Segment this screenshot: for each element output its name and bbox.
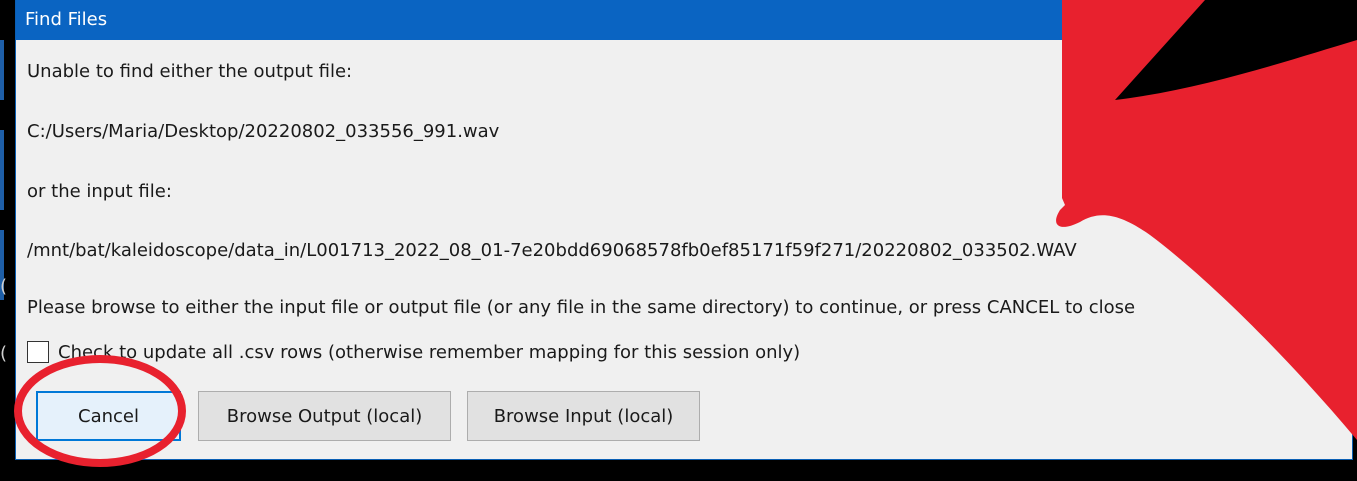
update-all-rows-label[interactable]: Check to update all .csv rows (otherwise… xyxy=(58,342,800,363)
background-border xyxy=(0,40,4,100)
browse-input-button[interactable]: Browse Input (local) xyxy=(467,391,700,441)
cancel-button[interactable]: Cancel xyxy=(36,391,181,441)
message-line-input: or the input file: xyxy=(27,181,172,202)
instruction-text: Please browse to either the input file o… xyxy=(27,297,1136,318)
output-file-path: C:/Users/Maria/Desktop/20220802_033556_9… xyxy=(27,121,500,142)
browse-output-button[interactable]: Browse Output (local) xyxy=(198,391,451,441)
input-file-path: /mnt/bat/kaleidoscope/data_in/L001713_20… xyxy=(27,240,1077,261)
title-bar[interactable]: Find Files xyxy=(16,0,1352,40)
update-all-rows-checkbox[interactable] xyxy=(27,341,49,363)
background-glyph: ( xyxy=(0,343,8,364)
screenshot: ( ( Find Files Unable to find either the… xyxy=(0,0,1357,481)
background-window-edge: ( ( xyxy=(0,0,15,481)
background-border xyxy=(0,130,4,210)
background-glyph: ( xyxy=(0,276,8,297)
find-files-dialog: Find Files Unable to find either the out… xyxy=(15,0,1353,460)
dialog-title: Find Files xyxy=(25,9,108,30)
message-line-intro: Unable to find either the output file: xyxy=(27,61,353,82)
